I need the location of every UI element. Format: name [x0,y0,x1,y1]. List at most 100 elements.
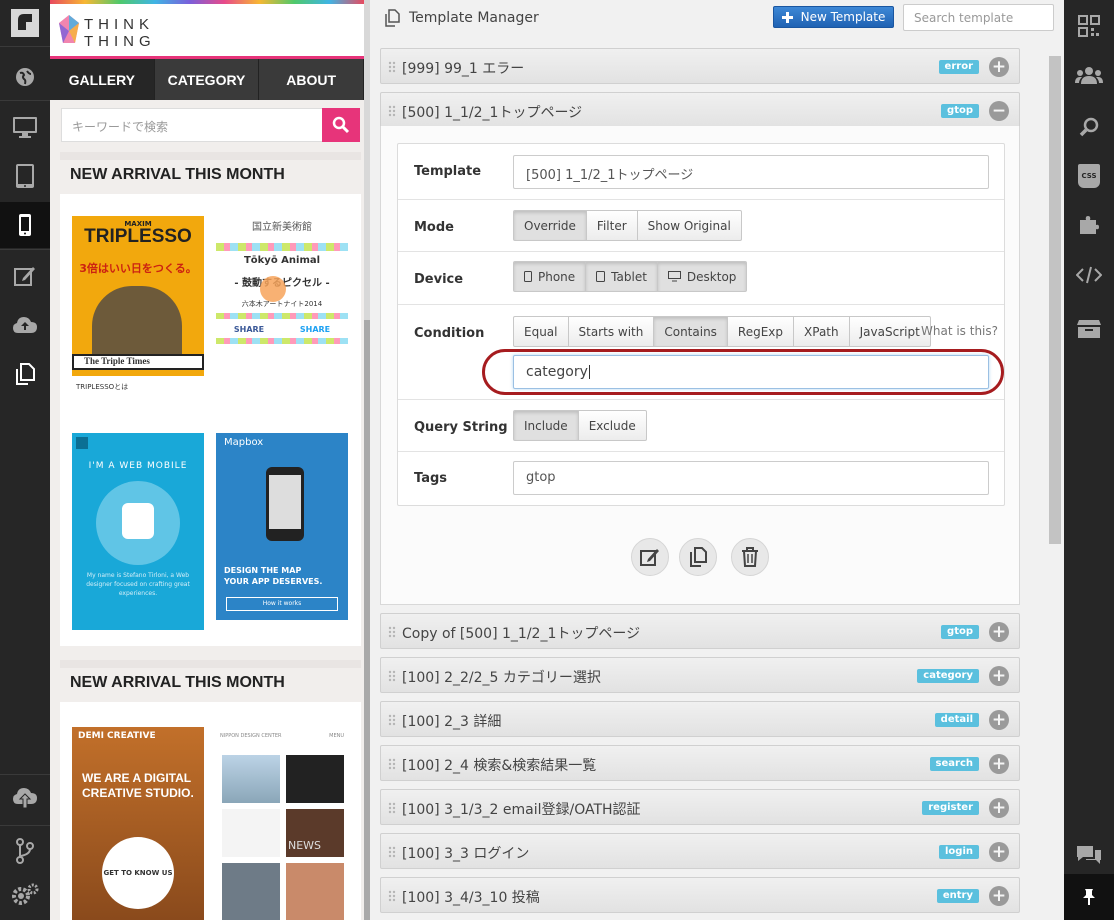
template-list-item[interactable]: Copy of [500] 1_1/2_1トップページ gtop + [380,613,1020,649]
mode-show-original-button[interactable]: Show Original [636,210,742,241]
thumb-mapbox[interactable]: Mapbox DESIGN THE MAP YOUR APP DESERVES. … [216,433,348,620]
template-list-item[interactable]: [100] 2_4 検索&検索結果一覧 search + [380,745,1020,781]
expand-icon[interactable]: + [989,886,1009,906]
condition-xpath-button[interactable]: XPath [793,316,850,347]
main-scrollbar[interactable] [1048,38,1062,920]
preview-search-button[interactable] [322,108,360,142]
delete-template-button[interactable] [731,538,769,576]
condition-contains-button[interactable]: Contains [653,316,728,347]
query-exclude-button[interactable]: Exclude [577,410,647,441]
nav-gallery[interactable]: GALLERY [50,59,155,100]
drag-handle-icon[interactable] [388,714,396,726]
condition-equal-button[interactable]: Equal [513,316,569,347]
tablet-icon[interactable] [0,153,50,199]
toolbar: Template Manager New Template Search tem… [370,0,1064,36]
condition-regexp-button[interactable]: RegExp [726,316,795,347]
globe-icon[interactable] [0,54,50,100]
nav-about[interactable]: ABOUT [259,59,364,100]
template-tag-badge: register [922,801,979,815]
condition-javascript-button[interactable]: JavaScript [848,316,931,347]
mode-override-button[interactable]: Override [513,210,587,241]
phone-icon[interactable] [0,202,50,248]
thumb-demi-creative[interactable]: DEMI CREATIVE WE ARE A DIGITAL CREATIVE … [72,727,204,920]
archive-icon[interactable] [1064,306,1114,352]
users-icon[interactable] [1064,52,1114,98]
template-list-item[interactable]: [100] 2_3 詳細 detail + [380,701,1020,737]
template-name: [100] 2_4 検索&検索結果一覧 [402,758,597,774]
qr-code-icon[interactable] [1064,3,1114,49]
expand-icon[interactable]: + [989,798,1009,818]
mobile-preview[interactable]: THINK THING GALLERY CATEGORY ABOUT キーワード… [50,0,364,920]
thumb-tokyo-animal[interactable]: 国立新美術館 Tōkyō Animal - 鼓動するピクセル - 六本木アートナ… [216,216,348,414]
drag-handle-icon[interactable] [388,846,396,858]
template-search-input[interactable]: Search template [903,4,1054,31]
collapse-icon[interactable]: − [989,101,1009,121]
drag-handle-icon[interactable] [388,626,396,638]
copy-icon[interactable] [0,351,50,397]
query-string-buttons: Include Exclude [513,410,647,441]
condition-starts-with-button[interactable]: Starts with [567,316,655,347]
template-label: Template [414,164,482,179]
expand-icon[interactable]: + [989,622,1009,642]
edit-template-button[interactable] [631,538,669,576]
trash-icon [742,547,758,567]
site-logo[interactable]: THINK THING [50,4,364,58]
mode-row: Mode Override Filter Show Original [398,200,1004,252]
template-tag-badge: entry [936,889,979,903]
desktop-icon[interactable] [0,104,50,150]
template-list-item[interactable]: [100] 3_1/3_2 email登録/OATH認証 register + [380,789,1020,825]
template-list-item[interactable]: [500] 1_1/2_1トップページ gtop − [380,92,1020,128]
pin-icon[interactable] [1064,874,1114,920]
drag-handle-icon[interactable] [388,802,396,814]
thumb-web-mobile[interactable]: I'M A WEB MOBILE My name is Stefano Tirl… [72,433,204,630]
tags-input[interactable]: gtop [513,461,989,495]
template-name-input[interactable]: [500] 1_1/2_1トップページ [513,155,989,189]
tags-row: Tags gtop [398,452,1004,506]
cloud-upload-alt-icon[interactable] [0,775,50,821]
cloud-upload-icon[interactable] [0,302,50,348]
mode-filter-button[interactable]: Filter [585,210,638,241]
expand-icon[interactable]: + [989,842,1009,862]
template-row: Template [500] 1_1/2_1トップページ [398,144,1004,200]
template-list-item[interactable]: [999] 99_1 エラー error + [380,48,1020,84]
thumb-nippon-design[interactable]: NIPPON DESIGN CENTER MENU NEWS [216,727,348,920]
edit-icon[interactable] [0,253,50,299]
css-icon[interactable]: CSS [1064,153,1114,199]
code-icon[interactable] [1064,252,1114,298]
expand-icon[interactable]: + [989,666,1009,686]
template-tag-badge: detail [934,713,979,727]
copy-icon [385,9,400,27]
condition-help-link[interactable]: What is this? [921,324,998,338]
device-phone-button[interactable]: Phone [513,261,587,292]
gears-icon[interactable] [0,872,50,918]
drag-handle-icon[interactable] [388,105,396,117]
query-include-button[interactable]: Include [513,410,579,441]
template-list-item[interactable]: [100] 3_3 ログイン login + [380,833,1020,869]
template-list-item[interactable]: [100] 2_2/2_5 カテゴリー選択 category + [380,657,1020,693]
search-icon[interactable] [1064,104,1114,150]
expand-icon[interactable]: + [989,710,1009,730]
drag-handle-icon[interactable] [388,758,396,770]
template-name: [500] 1_1/2_1トップページ [402,105,583,121]
template-list-item[interactable]: [100] 3_4/3_10 投稿 entry + [380,877,1020,913]
condition-label: Condition [414,326,485,341]
page-title: Template Manager [409,10,539,26]
preview-search-input[interactable]: キーワードで検索 [61,108,323,142]
thumb-triplesso[interactable]: MAXIM TRIPLESSO 3倍はいい日をつくる。 The Triple T… [72,216,204,414]
puzzle-icon[interactable] [1064,202,1114,248]
nav-category[interactable]: CATEGORY [155,59,260,100]
duplicate-template-button[interactable] [679,538,717,576]
drag-handle-icon[interactable] [388,890,396,902]
new-template-button[interactable]: New Template [773,6,894,28]
logo-icon[interactable] [0,0,50,46]
comments-icon[interactable] [1064,832,1114,878]
branch-icon[interactable] [0,828,50,874]
drag-handle-icon[interactable] [388,61,396,73]
template-manager-panel: Template Manager New Template Search tem… [370,0,1064,920]
expand-icon[interactable]: + [989,754,1009,774]
device-desktop-button[interactable]: Desktop [656,261,748,292]
device-tablet-button[interactable]: Tablet [585,261,658,292]
drag-handle-icon[interactable] [388,670,396,682]
expand-icon[interactable]: + [989,57,1009,77]
logo-mark-icon [59,15,79,43]
